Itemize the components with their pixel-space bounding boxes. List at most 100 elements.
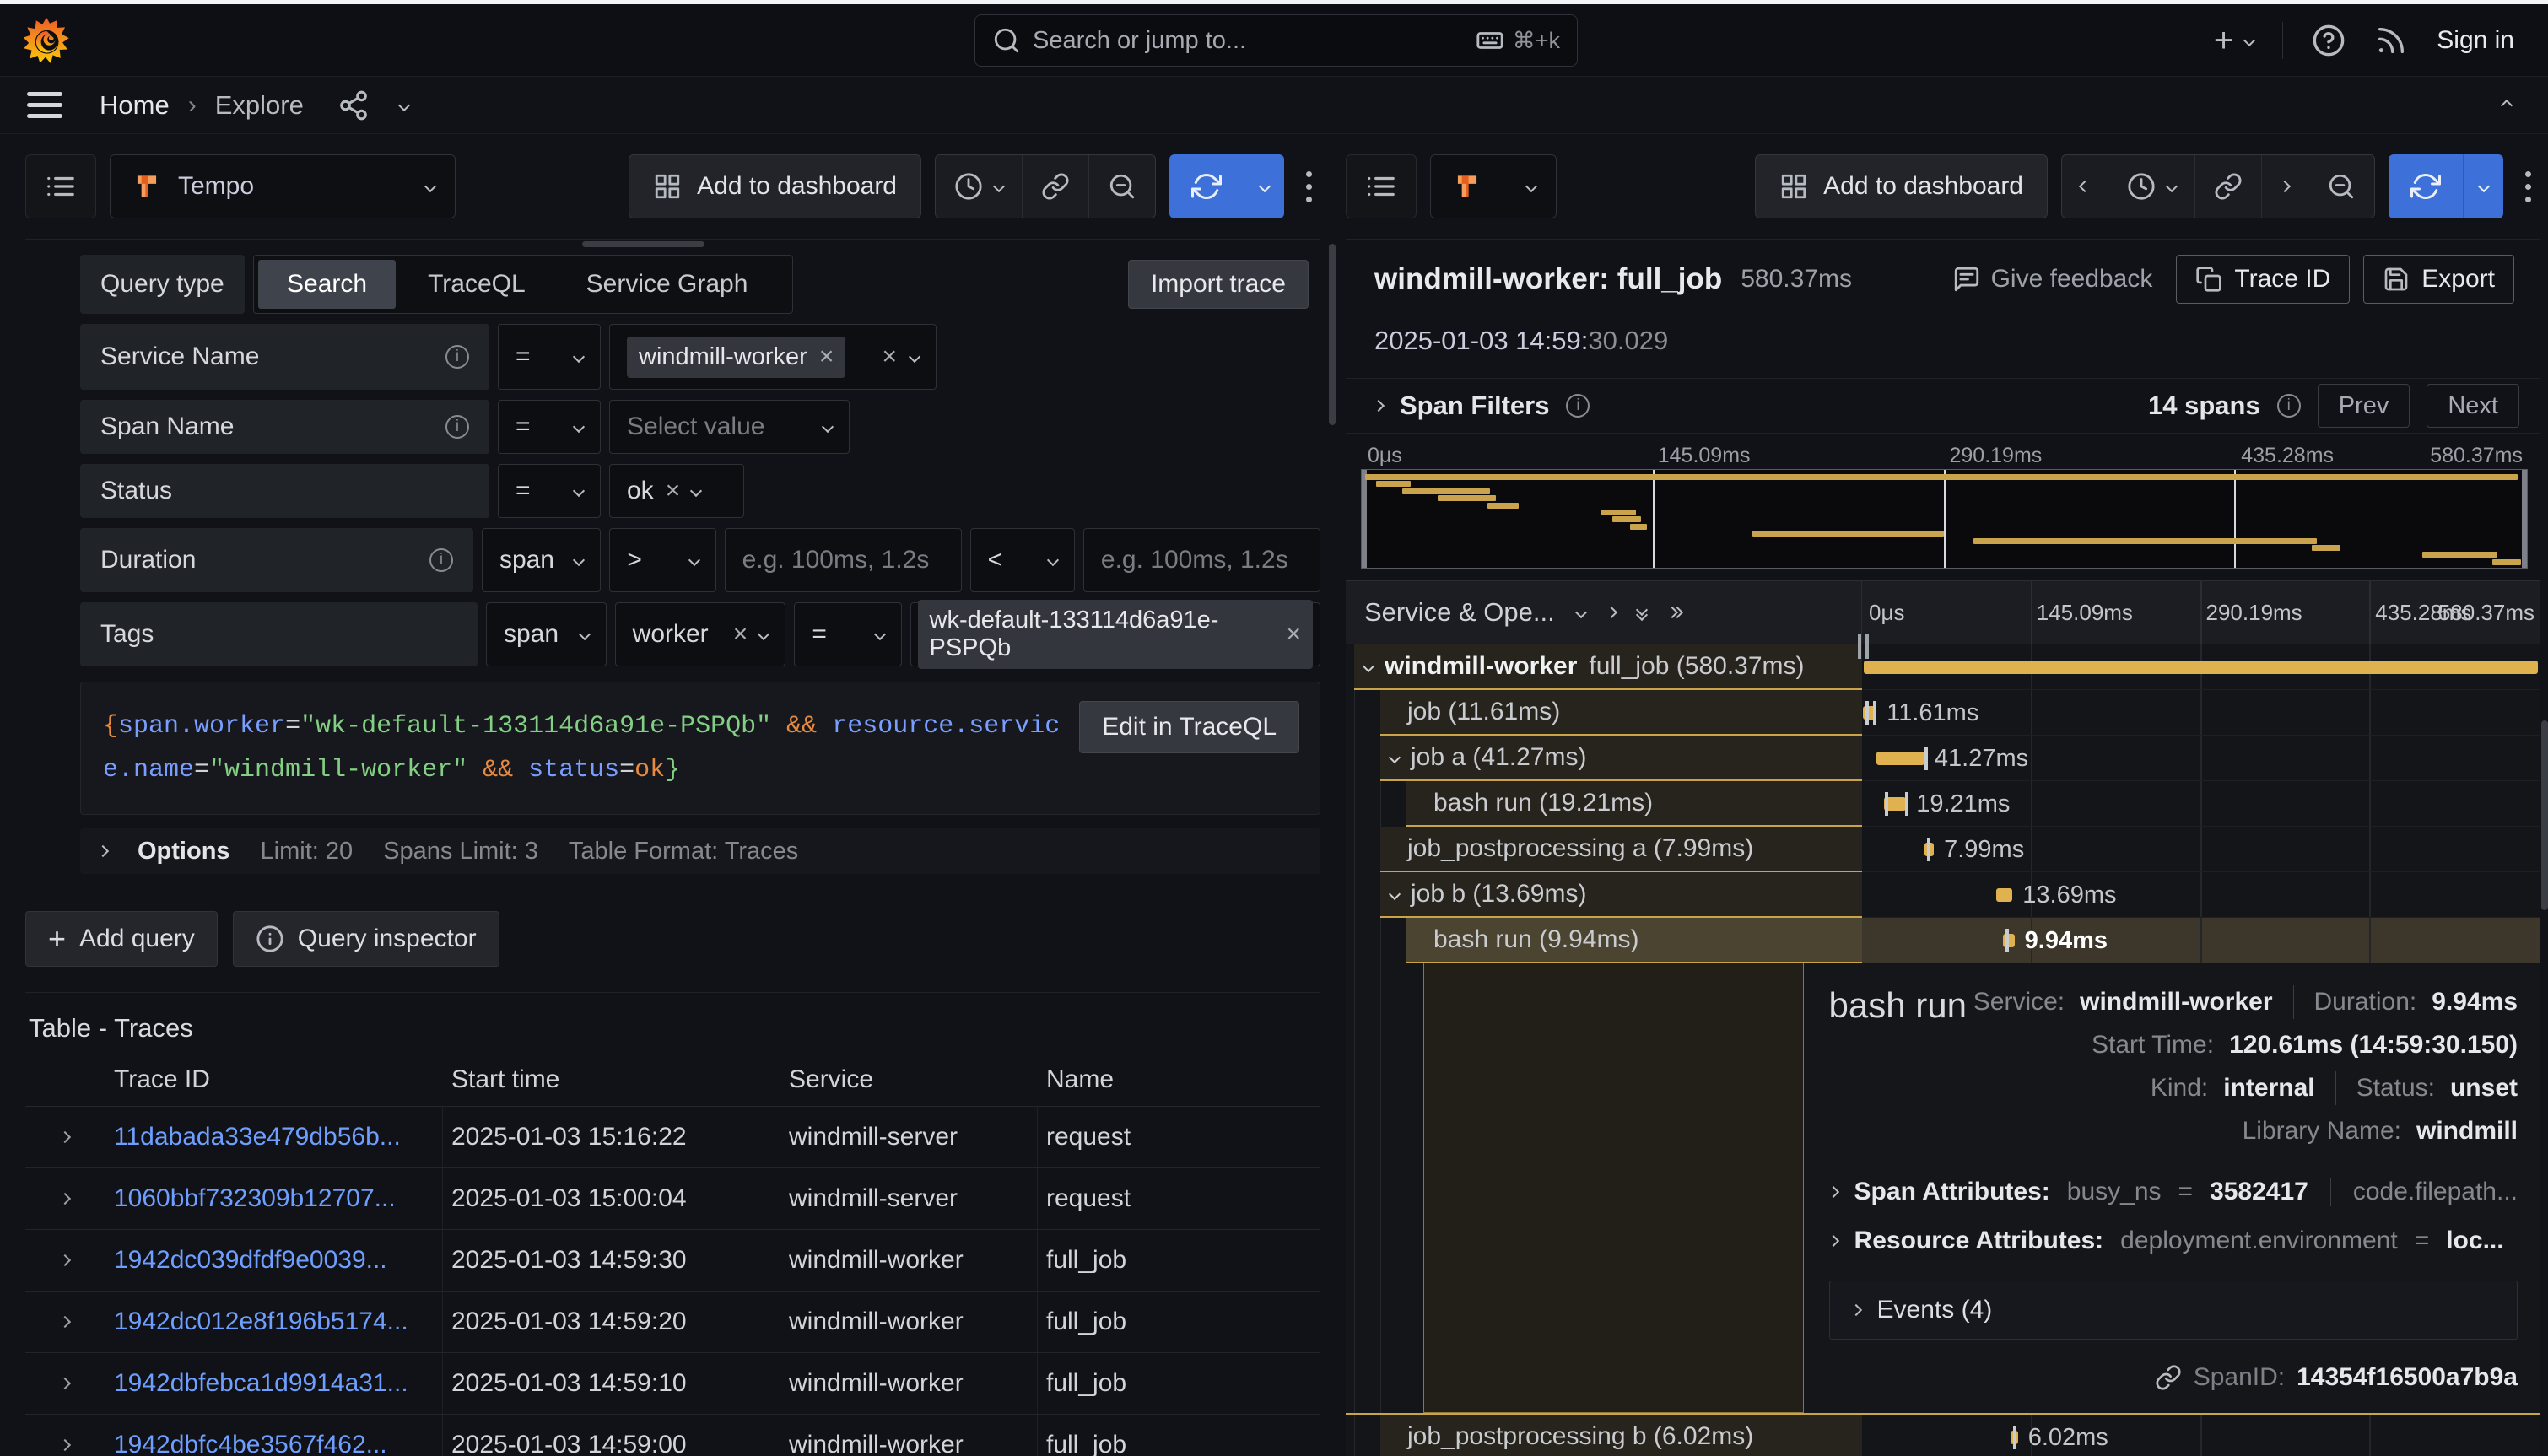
minimap-canvas[interactable] xyxy=(1361,469,2528,569)
remove-value-icon[interactable]: × xyxy=(666,478,681,504)
span-row[interactable]: job b (13.69ms)13.69ms xyxy=(1346,872,2540,918)
collapse-all-icon[interactable] xyxy=(1638,606,1646,619)
service-name-value-select[interactable]: windmill-worker × × xyxy=(609,324,937,390)
trace-datasource-picker[interactable] xyxy=(1430,154,1557,218)
run-query-button[interactable] xyxy=(2389,154,2503,218)
run-query-caret[interactable] xyxy=(1244,154,1284,218)
span-row[interactable]: bash run (19.21ms)19.21ms xyxy=(1346,781,2540,827)
resource-attributes-row[interactable]: Resource Attributes: deployment.environm… xyxy=(1829,1227,2518,1255)
col-name[interactable]: Name xyxy=(1038,1065,1320,1094)
row-expander[interactable] xyxy=(25,1168,105,1229)
span-duration-bar[interactable] xyxy=(1996,888,2012,902)
left-scrollbar-thumb[interactable] xyxy=(1329,244,1336,425)
chevron-right-icon[interactable] xyxy=(1373,400,1385,412)
zoom-out-button[interactable] xyxy=(2308,155,2374,218)
time-picker-button[interactable] xyxy=(936,155,1023,218)
trace-id-link[interactable]: 1060bbf732309b12707... xyxy=(114,1184,396,1213)
query-outline-button[interactable] xyxy=(25,154,96,218)
span-duration-bar[interactable] xyxy=(1864,661,2539,674)
grafana-logo-icon[interactable] xyxy=(22,16,71,65)
span-row[interactable]: windmill-workerfull_job (580.37ms) xyxy=(1346,644,2540,690)
duration-gt-select[interactable]: > xyxy=(609,528,715,592)
kebab-menu-icon[interactable] xyxy=(1298,171,1320,202)
tab-search[interactable]: Search xyxy=(258,260,396,309)
export-button[interactable]: Export xyxy=(2363,255,2514,304)
tags-value-select[interactable]: wk-default-133114d6a91e-PSPQb × xyxy=(910,602,1320,666)
chevron-down-icon[interactable] xyxy=(398,99,410,111)
span-name-cell[interactable]: job (11.61ms) xyxy=(1380,690,1862,736)
minimap-left-handle[interactable] xyxy=(1362,470,1367,568)
tags-scope-select[interactable]: span xyxy=(486,602,607,666)
row-expander[interactable] xyxy=(25,1107,105,1167)
tags-operator-select[interactable]: = xyxy=(794,602,901,666)
span-row[interactable]: job_postprocessing b (6.02ms)6.02ms xyxy=(1346,1415,2540,1456)
share-icon[interactable] xyxy=(337,89,370,121)
next-span-button[interactable]: Next xyxy=(2427,384,2519,428)
span-row[interactable]: job_postprocessing a (7.99ms)7.99ms xyxy=(1346,827,2540,872)
import-trace-button[interactable]: Import trace xyxy=(1128,260,1309,309)
row-expander[interactable] xyxy=(25,1353,105,1414)
breadcrumb-explore[interactable]: Explore xyxy=(215,90,304,121)
row-expander[interactable] xyxy=(25,1415,105,1456)
col-start-time[interactable]: Start time xyxy=(443,1065,780,1094)
span-attributes-row[interactable]: Span Attributes: busy_ns = 3582417 code.… xyxy=(1829,1178,2518,1206)
chevron-down-icon[interactable] xyxy=(1575,607,1587,618)
span-name-cell[interactable]: bash run (9.94ms) xyxy=(1406,918,1862,963)
give-feedback-link[interactable]: Give feedback xyxy=(1952,265,2153,294)
col-service[interactable]: Service xyxy=(780,1065,1038,1094)
datasource-picker[interactable]: Tempo xyxy=(110,154,456,218)
span-name-cell[interactable]: job_postprocessing a (7.99ms) xyxy=(1380,827,1862,872)
shift-right-button[interactable] xyxy=(2262,155,2308,218)
remove-chip-icon[interactable]: × xyxy=(819,344,834,369)
span-name-cell[interactable]: job b (13.69ms) xyxy=(1380,872,1862,918)
new-menu-button[interactable]: + xyxy=(2214,24,2254,57)
shift-left-button[interactable] xyxy=(2062,155,2108,218)
events-row[interactable]: Events (4) xyxy=(1829,1281,2518,1340)
trace-id-link[interactable]: 1942dbfc4be3567f462... xyxy=(114,1431,387,1456)
time-picker-button[interactable] xyxy=(2108,155,2195,218)
trace-id-link[interactable]: 1942dc039dfdf9e0039... xyxy=(114,1246,387,1275)
span-row[interactable]: bash run (9.94ms)9.94ms xyxy=(1346,918,2540,963)
remove-key-icon[interactable]: × xyxy=(733,622,748,647)
service-name-chip[interactable]: windmill-worker × xyxy=(627,337,845,378)
service-operation-column-header[interactable]: Service & Ope... xyxy=(1364,597,1555,628)
minimap-right-handle[interactable] xyxy=(2522,470,2527,568)
trace-id-link[interactable]: 1942dc012e8f196b5174... xyxy=(114,1308,408,1336)
copy-link-button[interactable] xyxy=(2195,155,2262,218)
trace-id-button[interactable]: Trace ID xyxy=(2176,255,2350,304)
tags-value-chip[interactable]: wk-default-133114d6a91e-PSPQb × xyxy=(918,600,1313,669)
news-rss-icon[interactable] xyxy=(2374,24,2408,57)
duration-min-input[interactable]: e.g. 100ms, 1.2s xyxy=(725,528,962,592)
trace-outline-button[interactable] xyxy=(1346,154,1417,218)
add-to-dashboard-button[interactable]: Add to dashboard xyxy=(1755,154,2048,218)
trace-id-link[interactable]: 11dabada33e479db56b... xyxy=(114,1123,401,1151)
row-expander[interactable] xyxy=(25,1230,105,1291)
status-value-select[interactable]: ok × xyxy=(609,464,744,518)
right-scrollbar-thumb[interactable] xyxy=(2541,720,2548,910)
prev-span-button[interactable]: Prev xyxy=(2318,384,2410,428)
zoom-out-button[interactable] xyxy=(1089,155,1155,218)
options-row[interactable]: Options Limit: 20 Spans Limit: 3 Table F… xyxy=(80,828,1320,874)
status-operator-select[interactable]: = xyxy=(498,464,601,518)
duration-scope-select[interactable]: span xyxy=(482,528,601,592)
run-query-caret[interactable] xyxy=(2463,154,2503,218)
sign-in-link[interactable]: Sign in xyxy=(2437,26,2514,55)
edit-in-traceql-button[interactable]: Edit in TraceQL xyxy=(1079,701,1299,753)
column-resize-handle[interactable] xyxy=(1858,634,1869,659)
span-name-value-select[interactable]: Select value xyxy=(609,400,850,454)
help-icon[interactable] xyxy=(2312,24,2346,57)
link-icon[interactable] xyxy=(2155,1364,2182,1391)
copy-link-button[interactable] xyxy=(1023,155,1089,218)
span-name-cell[interactable]: windmill-workerfull_job (580.37ms) xyxy=(1354,644,1862,690)
span-name-cell[interactable]: job a (41.27ms) xyxy=(1380,736,1862,781)
duration-lt-select[interactable]: < xyxy=(970,528,1075,592)
global-search-input[interactable]: Search or jump to... ⌘+k xyxy=(974,14,1578,67)
span-name-cell[interactable]: bash run (19.21ms) xyxy=(1406,781,1862,827)
span-name-operator-select[interactable]: = xyxy=(498,400,601,454)
run-query-button[interactable] xyxy=(1169,154,1284,218)
query-inspector-button[interactable]: Query inspector xyxy=(233,911,499,967)
span-row[interactable]: job (11.61ms)11.61ms xyxy=(1346,690,2540,736)
span-duration-bar[interactable] xyxy=(1876,752,1924,765)
tab-service-graph[interactable]: Service Graph xyxy=(558,260,777,309)
duration-max-input[interactable]: e.g. 100ms, 1.2s xyxy=(1083,528,1320,592)
